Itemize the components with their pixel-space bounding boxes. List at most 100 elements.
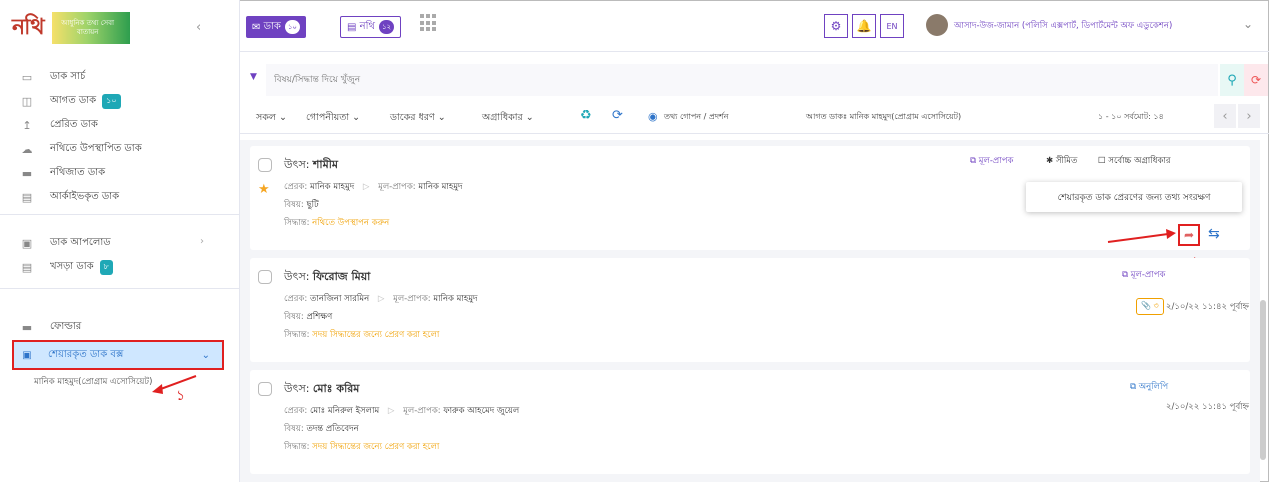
filter-priority-dropdown[interactable]: অগ্রাধিকার ⌄	[482, 111, 534, 126]
subject-value: তদন্ত প্রতিবেদন	[306, 424, 359, 434]
recycle-icon[interactable]: ♻	[580, 108, 592, 123]
sender-value: মোঃ মনিরুল ইসলাম	[309, 406, 380, 416]
next-page-chevron-right-icon[interactable]: ›	[1238, 104, 1260, 128]
attachment-badge[interactable]: 📎 ৩	[1136, 298, 1164, 315]
language-toggle-button[interactable]: EN	[880, 14, 904, 38]
sidebar-item-filed-dak[interactable]: ▬ নথিজাত ডাক	[20, 162, 105, 184]
row-checkbox[interactable]	[258, 270, 272, 284]
logo[interactable]: নথি আধুনিক তথ্য সেবা বাতায়ন	[12, 8, 222, 48]
user-name[interactable]: আসাদ-উজ-জামান (পলিসি এক্সপার্ট, ডিপার্টম…	[954, 19, 1172, 33]
top-bar: ✉ ডাক ১০ ▤ নথি ১২ ⚙ 🔔 EN আসাদ-উজ-জামান (…	[240, 0, 1269, 52]
tab-dak[interactable]: ✉ ডাক ১০	[246, 16, 306, 38]
inbox-icon: ◫	[21, 94, 33, 108]
sidebar-item-presented-dak[interactable]: ☁ নথিতে উপস্থাপিত ডাক	[20, 138, 142, 160]
main-recipient-tag-label: মূল-প্রাপক	[1130, 270, 1166, 280]
sidebar-item-label: শেয়ারকৃত ডাক বক্স	[48, 348, 124, 360]
mail-icon: ✉	[252, 21, 261, 33]
tab-nothi-count: ১২	[378, 20, 395, 34]
sidebar-collapse-chevron-left-icon[interactable]: ‹	[196, 20, 201, 35]
sidebar-item-label: আগত ডাক	[50, 94, 97, 106]
sidebar-item-label: আর্কাইভকৃত ডাক	[50, 190, 120, 202]
decision-value: সদয় সিদ্ধান্তের জন্যে প্রেরণ করা হলো	[312, 442, 440, 452]
settings-gear-icon[interactable]: ⚙	[824, 14, 848, 38]
source-value: শামীম	[312, 158, 338, 171]
avatar[interactable]	[926, 14, 948, 36]
folder-icon: ▬	[21, 166, 33, 180]
copy-icon: ⧉	[1130, 382, 1137, 392]
chevron-right-icon[interactable]: ›	[200, 236, 204, 247]
sidebar-item-label: ডাক সার্চ	[50, 70, 86, 82]
refresh-icon[interactable]: ⟳	[612, 108, 623, 123]
swap-icon[interactable]: ⇆	[1208, 226, 1220, 242]
limited-tag: ✱ সীমিত	[1046, 154, 1077, 168]
scrollbar-thumb[interactable]	[1260, 300, 1266, 460]
sidebar-item-draft-dak[interactable]: ▤ খসড়া ডাক ৮	[20, 256, 113, 278]
reset-icon[interactable]: ⟳	[1244, 64, 1268, 96]
recipient-label: মূল-প্রাপক:	[393, 294, 431, 304]
notification-bell-icon[interactable]: 🔔	[852, 14, 876, 38]
sidebar-item-shared-dak-box[interactable]: ▣ শেয়ারকৃত ডাক বক্স ⌄	[12, 340, 224, 370]
star-icon[interactable]: ★	[258, 182, 270, 197]
monitor-icon: ▭	[21, 70, 33, 84]
apps-grid-icon[interactable]	[420, 14, 438, 32]
main-recipient-tag[interactable]: ⧉ মূল-প্রাপক	[970, 154, 1013, 168]
sidebar-divider	[0, 214, 240, 215]
search-filter-caret-icon[interactable]: ▼	[250, 72, 257, 82]
priority-tag: ☐ সর্বোচ্চ অগ্রাধিকার	[1098, 154, 1171, 168]
sidebar: নথি আধুনিক তথ্য সেবা বাতায়ন ‹ ▭ ডাক সার…	[0, 0, 240, 482]
filter-secrecy-dropdown[interactable]: গোপনীয়তা ⌄	[306, 111, 360, 126]
recipient-value: মানিক মাহমুদ	[418, 182, 463, 192]
priority-box-icon: ☐	[1098, 156, 1106, 166]
row-checkbox[interactable]	[258, 158, 272, 172]
list-item[interactable]: উৎস: ফিরোজ মিয়া প্রেরক: তানজিনা সারমিন …	[250, 258, 1250, 362]
copy-icon: ⧉	[970, 156, 977, 166]
sidebar-item-folder[interactable]: ▬ ফোল্ডার	[20, 316, 81, 338]
subject-value: ছুটি	[306, 200, 319, 210]
filter-all-dropdown[interactable]: সকল ⌄	[256, 111, 287, 126]
separator-icon: ▷	[362, 182, 370, 192]
search-icon[interactable]: ⚲	[1220, 64, 1244, 96]
dak-subject-row: বিষয়: প্রশিক্ষণ	[284, 310, 332, 324]
tab-dak-label: ডাক	[263, 20, 281, 32]
sidebar-item-archived-dak[interactable]: ▤ আর্কাইভকৃত ডাক	[20, 186, 119, 208]
filter-priority-label: অগ্রাধিকার	[482, 112, 523, 123]
user-menu-chevron-down-icon[interactable]: ⌄	[1243, 17, 1253, 31]
sidebar-divider	[0, 288, 240, 289]
dak-sender-row: প্রেরক: তানজিনা সারমিন ▷ মূল-প্রাপক: মান…	[284, 292, 478, 306]
shared-box-sub-item[interactable]: মানিক মাহমুদ(প্রোগ্রাম এসোসিয়েট)	[34, 376, 154, 388]
forward-share-icon[interactable]: ➦	[1178, 224, 1200, 246]
copy-icon: ⧉	[1122, 270, 1129, 280]
source-label: উৎস:	[284, 270, 310, 283]
filter-dak-type-dropdown[interactable]: ডাকের ধরণ ⌄	[390, 111, 446, 126]
tab-nothi[interactable]: ▤ নথি ১২	[340, 16, 402, 38]
list-item[interactable]: উৎস: মোঃ করিম প্রেরক: মোঃ মনিরুল ইসলাম ▷…	[250, 370, 1250, 474]
dak-sender-row: প্রেরক: মোঃ মনিরুল ইসলাম ▷ মূল-প্রাপক: ফ…	[284, 404, 519, 418]
pagination-info: ১ - ১০ সর্বমোট: ১৪	[1098, 112, 1164, 121]
sidebar-item-sent-dak[interactable]: ↥ প্রেরিত ডাক	[20, 114, 97, 136]
copy-recipient-tag[interactable]: ⧉ অনুলিপি	[1130, 380, 1168, 394]
limited-tag-label: সীমিত	[1055, 156, 1078, 166]
sidebar-item-incoming-dak[interactable]: ◫ আগত ডাক ১০	[20, 90, 121, 112]
sender-value: তানজিনা সারমিন	[309, 294, 370, 304]
chevron-down-icon[interactable]: ⌄	[202, 350, 210, 361]
source-label: উৎস:	[284, 158, 310, 171]
row-checkbox[interactable]	[258, 382, 272, 396]
eye-toggle-icon[interactable]: ◉	[648, 110, 658, 123]
subject-label: বিষয়:	[284, 200, 304, 210]
dak-timestamp: ২/১০/২২ ১১:৪২ পূর্বাহ্ন	[1166, 302, 1249, 312]
sidebar-item-dak-upload[interactable]: ▣ ডাক আপলোড	[20, 232, 111, 254]
dak-source: উৎস: ফিরোজ মিয়া	[284, 268, 370, 287]
info-toggle-label[interactable]: তথ্য গোপন / প্রদর্শন	[664, 111, 729, 124]
sidebar-item-dak-search[interactable]: ▭ ডাক সার্চ	[20, 66, 86, 88]
upload-tray-icon: ▣	[21, 236, 33, 250]
list-item[interactable]: ★ উৎস: শামীম প্রেরক: মানিক মাহমুদ ▷ মূল-…	[250, 146, 1250, 270]
recipient-label: মূল-প্রাপক:	[403, 406, 441, 416]
dak-source: উৎস: মোঃ করিম	[284, 380, 359, 399]
prev-page-chevron-left-icon[interactable]: ‹	[1214, 104, 1236, 128]
filter-secrecy-label: গোপনীয়তা	[306, 112, 350, 123]
main-recipient-tag[interactable]: ⧉ মূল-প্রাপক	[1122, 268, 1165, 282]
search-input[interactable]	[266, 64, 1218, 96]
search-row: ▼ ⚲ ⟳	[240, 62, 1269, 98]
draft-count-badge: ৮	[99, 259, 113, 275]
annotation-arrow-2	[1107, 229, 1176, 243]
